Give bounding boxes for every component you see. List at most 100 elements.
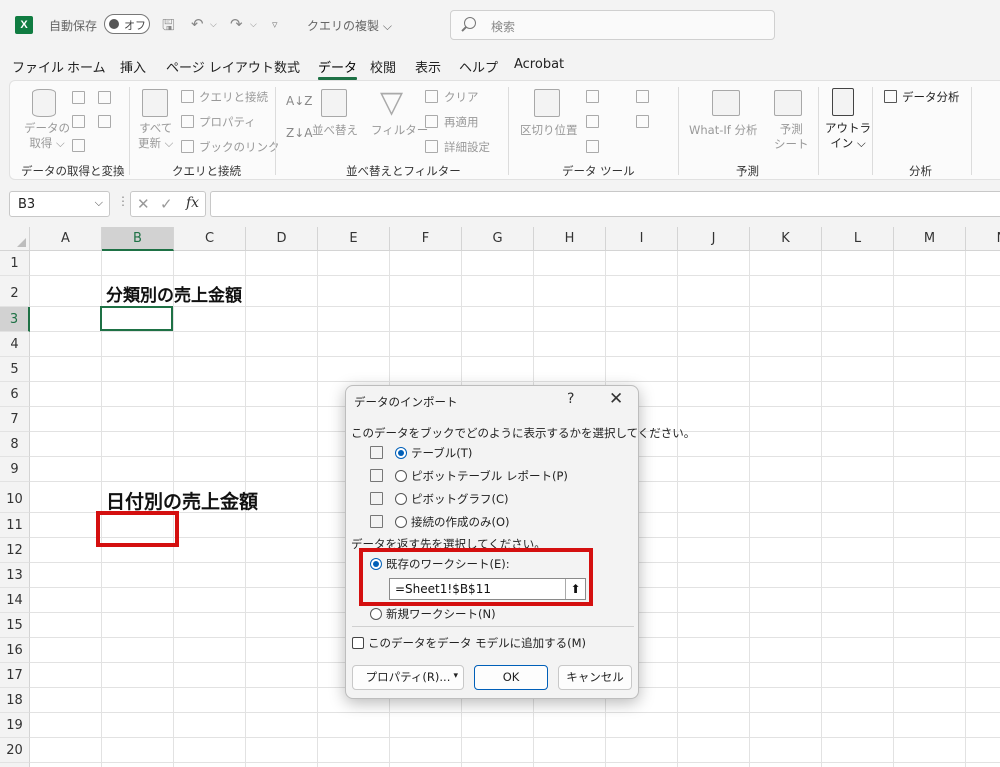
undo-icon[interactable]: ↶ — [191, 15, 204, 33]
radio-table[interactable] — [395, 447, 407, 459]
ok-button[interactable]: OK — [474, 665, 548, 690]
text-to-columns-button[interactable]: 区切り位置 — [520, 122, 578, 138]
row-header-2[interactable]: 2 — [0, 276, 30, 307]
clear-button[interactable]: クリア — [444, 89, 479, 105]
cell-b2-heading[interactable]: 分類別の売上金額 — [106, 281, 242, 306]
undo-dropdown-icon[interactable]: ⌵ — [210, 20, 217, 30]
tab-page-layout[interactable]: ページ レイアウト — [166, 57, 274, 76]
row-header-7[interactable]: 7 — [0, 407, 30, 432]
tab-insert[interactable]: 挿入 — [120, 57, 146, 76]
tab-acrobat[interactable]: Acrobat — [514, 57, 564, 72]
select-all-corner[interactable] — [0, 227, 30, 251]
tab-view[interactable]: 表示 — [415, 57, 441, 76]
from-table-icon[interactable] — [72, 139, 85, 152]
row-header-13[interactable]: 13 — [0, 563, 30, 588]
new-worksheet-label[interactable]: 新規ワークシート(N) — [386, 606, 496, 622]
get-data-button[interactable]: データの 取得 ⌵ — [24, 121, 70, 151]
queries-connections-button[interactable]: クエリと接続 — [199, 89, 268, 105]
chevron-down-icon[interactable]: ⌵ — [95, 196, 103, 210]
close-icon[interactable]: ✕ — [609, 389, 623, 409]
row-header-6[interactable]: 6 — [0, 382, 30, 407]
row-header-1[interactable]: 1 — [0, 251, 30, 276]
row-header-16[interactable]: 16 — [0, 638, 30, 663]
tab-formulas[interactable]: 数式 — [274, 57, 300, 76]
column-header-k[interactable]: K — [750, 227, 822, 251]
tab-review[interactable]: 校閲 — [370, 57, 396, 76]
outline-icon[interactable] — [832, 88, 854, 116]
tab-data[interactable]: データ — [318, 57, 358, 80]
refresh-all-button[interactable]: すべて 更新 ⌵ — [138, 121, 173, 151]
add-to-data-model-checkbox[interactable] — [352, 637, 364, 649]
sort-icon[interactable] — [321, 89, 347, 117]
row-header-19[interactable]: 19 — [0, 713, 30, 738]
search-box[interactable]: 検索 — [450, 10, 775, 40]
properties-button[interactable]: プロパティ — [199, 114, 256, 130]
customize-qat-icon[interactable]: ▿ — [272, 18, 278, 31]
column-header-a[interactable]: A — [30, 227, 102, 251]
save-icon[interactable]: 🖫 — [162, 15, 175, 40]
option-table-label[interactable]: テーブル(T) — [411, 445, 472, 461]
row-header-8[interactable]: 8 — [0, 432, 30, 457]
column-header-i[interactable]: I — [606, 227, 678, 251]
active-cell-b3[interactable] — [100, 306, 173, 331]
row-header-18[interactable]: 18 — [0, 688, 30, 713]
help-icon[interactable]: ? — [567, 391, 574, 407]
more-icon[interactable]: ⋮ — [117, 194, 129, 208]
row-header-14[interactable]: 14 — [0, 588, 30, 613]
radio-pivot-table[interactable] — [395, 470, 407, 482]
outline-button[interactable]: アウトラ イン ⌵ — [825, 121, 871, 151]
what-if-icon[interactable] — [712, 90, 740, 116]
from-text-icon[interactable] — [72, 91, 85, 104]
column-header-c[interactable]: C — [174, 227, 246, 251]
redo-dropdown-icon[interactable]: ⌵ — [250, 20, 257, 30]
data-analysis-button[interactable]: データ分析 — [902, 89, 960, 105]
row-header-21[interactable] — [0, 763, 30, 767]
what-if-button[interactable]: What-If 分析 — [689, 122, 757, 138]
name-box[interactable]: B3 ⌵ — [9, 191, 110, 217]
sort-ascending-icon[interactable]: A↓Z — [286, 94, 312, 108]
filter-button[interactable]: フィルター — [371, 122, 428, 138]
from-web-icon[interactable] — [72, 115, 85, 128]
option-connection-only-label[interactable]: 接続の作成のみ(O) — [411, 514, 510, 530]
formula-input[interactable] — [210, 191, 1000, 217]
radio-connection-only[interactable] — [395, 516, 407, 528]
row-header-17[interactable]: 17 — [0, 663, 30, 688]
edit-links-button[interactable]: ブックのリンク — [199, 139, 280, 155]
column-header-e[interactable]: E — [318, 227, 390, 251]
tab-home[interactable]: ホーム — [67, 57, 106, 76]
column-header-g[interactable]: G — [462, 227, 534, 251]
row-header-15[interactable]: 15 — [0, 613, 30, 638]
radio-pivot-chart[interactable] — [395, 493, 407, 505]
row-header-11[interactable]: 11 — [0, 513, 30, 538]
relationships-icon[interactable] — [636, 115, 649, 128]
sort-descending-icon[interactable]: Z↓A — [286, 126, 312, 140]
column-header-n[interactable]: N — [966, 227, 1000, 251]
redo-icon[interactable]: ↷ — [230, 15, 243, 33]
row-header-4[interactable]: 4 — [0, 332, 30, 357]
remove-duplicates-icon[interactable] — [586, 115, 599, 128]
column-header-d[interactable]: D — [246, 227, 318, 251]
text-to-columns-icon[interactable] — [534, 89, 560, 117]
consolidate-icon[interactable] — [636, 90, 649, 103]
recent-sources-icon[interactable] — [98, 91, 111, 104]
filter-icon[interactable]: ▽ — [380, 85, 403, 120]
properties-button[interactable]: プロパティ(R)... ▾ — [352, 665, 464, 690]
document-title[interactable]: クエリの複製 ⌵ — [307, 17, 392, 34]
cancel-x-icon[interactable]: ✕ — [137, 195, 150, 213]
row-header-12[interactable]: 12 — [0, 538, 30, 563]
autosave-toggle[interactable]: オフ — [104, 14, 150, 34]
database-icon[interactable] — [32, 89, 56, 117]
reapply-button[interactable]: 再適用 — [444, 114, 479, 130]
cell-b10-heading[interactable]: 日付別の売上金額 — [106, 487, 258, 514]
row-header-5[interactable]: 5 — [0, 357, 30, 382]
tab-file[interactable]: ファイル — [12, 57, 64, 76]
forecast-sheet-button[interactable]: 予測 シート — [774, 122, 809, 152]
advanced-button[interactable]: 詳細設定 — [444, 139, 490, 155]
column-header-j[interactable]: J — [678, 227, 750, 251]
cancel-button[interactable]: キャンセル — [558, 665, 632, 690]
add-to-data-model-label[interactable]: このデータをデータ モデルに追加する(M) — [368, 635, 586, 651]
column-header-f[interactable]: F — [390, 227, 462, 251]
option-pivot-table-label[interactable]: ピボットテーブル レポート(P) — [411, 468, 568, 484]
row-header-9[interactable]: 9 — [0, 457, 30, 482]
column-header-m[interactable]: M — [894, 227, 966, 251]
